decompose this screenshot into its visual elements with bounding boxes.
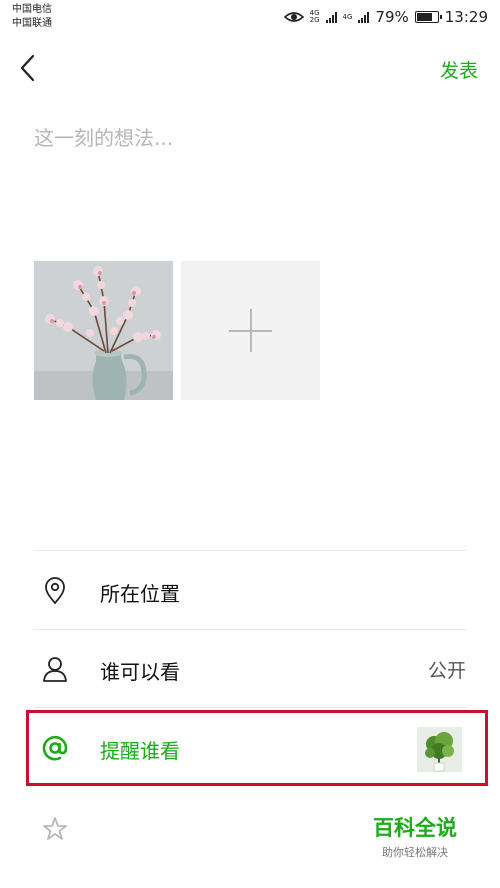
chevron-left-icon[interactable] xyxy=(14,50,42,86)
battery-percent: 79% xyxy=(375,8,409,26)
mentioned-contact-avatar[interactable] xyxy=(417,727,462,772)
add-photo-button[interactable] xyxy=(181,261,320,400)
visibility-label: 谁可以看 xyxy=(100,660,180,684)
divider xyxy=(34,707,466,708)
plant-photo-icon xyxy=(417,727,462,772)
divider xyxy=(34,550,466,551)
status-bar: 中国电信 中国联通 4G 2G 4G 79% 13:29 xyxy=(0,0,500,38)
watermark-title: 百科全说 xyxy=(373,816,457,840)
carrier-info: 中国电信 中国联通 xyxy=(12,3,52,31)
clock: 13:29 xyxy=(444,8,488,26)
battery-icon xyxy=(414,11,442,23)
mention-row[interactable]: 提醒谁看 xyxy=(34,713,466,783)
signal-bars-1-icon xyxy=(325,11,337,23)
battery-fill xyxy=(416,13,432,21)
star-icon xyxy=(43,817,67,840)
location-pin-icon xyxy=(45,577,65,605)
carrier-2: 中国联通 xyxy=(12,18,52,29)
post-text-input[interactable]: 这一刻的想法... xyxy=(34,122,173,151)
watermark-subtitle: 助你轻松解决 xyxy=(382,846,448,859)
network-type-2: 4G xyxy=(342,12,353,21)
carrier-1: 中国电信 xyxy=(12,4,52,15)
mention-label: 提醒谁看 xyxy=(100,739,180,763)
publish-button[interactable]: 发表 xyxy=(440,56,478,83)
location-row[interactable]: 所在位置 xyxy=(34,556,466,626)
selected-photo[interactable] xyxy=(34,261,173,400)
at-sign-icon xyxy=(42,735,68,761)
divider xyxy=(34,629,466,630)
visibility-row[interactable]: 谁可以看 公开 xyxy=(34,634,466,704)
person-icon xyxy=(43,657,67,682)
location-label: 所在位置 xyxy=(100,582,180,606)
signal-bars-2-icon xyxy=(358,11,370,23)
eye-icon xyxy=(283,12,304,22)
status-icons: 4G 2G 4G 79% 13:29 xyxy=(283,6,488,28)
network-type-1: 4G 2G xyxy=(309,9,320,24)
cherry-blossom-vase-icon xyxy=(34,261,173,400)
watermark-logo: 百科全说 助你轻松解决 xyxy=(365,812,465,860)
nav-bar: 发表 xyxy=(0,40,500,96)
visibility-value: 公开 xyxy=(427,660,466,682)
